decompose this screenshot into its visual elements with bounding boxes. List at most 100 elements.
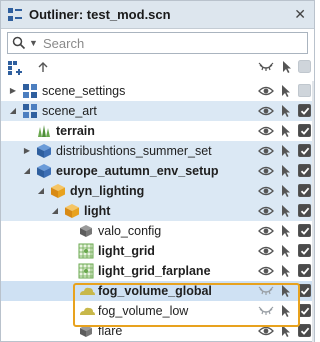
tree-row[interactable]: ◢ scene_art	[1, 101, 314, 121]
title-bar: Outliner: test_mod.scn ✕	[1, 1, 314, 29]
tree-row[interactable]: flare	[1, 321, 314, 341]
expand-arrow-icon[interactable]: ◢	[8, 105, 18, 117]
visibility-eye-icon[interactable]	[258, 264, 274, 278]
enabled-checkbox[interactable]	[298, 104, 311, 117]
cube-blue-icon	[36, 163, 52, 179]
selectable-cursor-icon[interactable]	[281, 284, 291, 298]
tree-item-label: dyn_lighting	[70, 184, 145, 198]
tree-row[interactable]: valo_config	[1, 221, 314, 241]
visibility-eye-icon[interactable]	[258, 84, 274, 98]
grid-icon	[78, 243, 94, 259]
tree-row[interactable]: ▶ distribushtions_summer_set	[1, 141, 314, 161]
select-header-icon[interactable]	[282, 60, 292, 77]
outliner-icon	[7, 7, 23, 23]
selectable-cursor-icon[interactable]	[281, 224, 291, 238]
visibility-eye-icon[interactable]	[258, 204, 274, 218]
close-icon[interactable]: ✕	[294, 6, 306, 23]
tree-item-label: light	[84, 204, 111, 218]
search-input[interactable]	[43, 34, 293, 52]
visibility-header-icon[interactable]	[258, 60, 274, 77]
selectable-cursor-icon[interactable]	[281, 184, 291, 198]
tree-item-label: europe_autumn_env_setup	[56, 164, 219, 178]
visibility-eye-icon[interactable]	[258, 184, 274, 198]
terrain-icon	[36, 123, 52, 139]
enabled-checkbox[interactable]	[298, 124, 311, 137]
enabled-checkbox[interactable]	[298, 284, 311, 297]
scrollbar[interactable]	[312, 81, 314, 342]
tree-item-label: fog_volume_low	[98, 304, 189, 318]
enabled-checkbox[interactable]	[298, 224, 311, 237]
scene-blocks-icon	[22, 83, 38, 99]
selectable-cursor-icon[interactable]	[281, 144, 291, 158]
enabled-checkbox[interactable]	[298, 164, 311, 177]
enabled-checkbox[interactable]	[298, 244, 311, 257]
selectable-cursor-icon[interactable]	[281, 124, 291, 138]
visibility-eye-icon[interactable]	[258, 104, 274, 118]
visibility-eye-icon[interactable]	[258, 244, 274, 258]
visibility-hidden-icon[interactable]	[258, 284, 274, 298]
selectable-cursor-icon[interactable]	[281, 104, 291, 118]
selectable-cursor-icon[interactable]	[281, 324, 291, 338]
selectable-cursor-icon[interactable]	[281, 244, 291, 258]
outliner-tree: ▶ scene_settings ◢ scene_artterrain ▶ distrib…	[1, 81, 314, 341]
expand-arrow-icon[interactable]: ◢	[50, 205, 60, 217]
sort-icon[interactable]	[37, 60, 49, 77]
expand-arrow-icon[interactable]: ◢	[36, 185, 46, 197]
expand-arrow-icon[interactable]: ◢	[22, 165, 32, 177]
tree-row[interactable]: light_grid_farplane	[1, 261, 314, 281]
enable-header-icon[interactable]	[298, 60, 311, 76]
selectable-cursor-icon[interactable]	[281, 264, 291, 278]
visibility-eye-icon[interactable]	[258, 124, 274, 138]
tree-item-label: scene_art	[42, 104, 97, 118]
selectable-cursor-icon[interactable]	[281, 204, 291, 218]
window-title: Outliner: test_mod.scn	[29, 7, 171, 22]
enabled-checkbox[interactable]	[298, 204, 311, 217]
collapse-arrow-icon[interactable]: ▶	[22, 145, 32, 157]
collapse-arrow-icon[interactable]: ▶	[8, 85, 18, 97]
tree-row[interactable]: ◢ europe_autumn_env_setup	[1, 161, 314, 181]
tree-row[interactable]: light_grid	[1, 241, 314, 261]
selectable-cursor-icon[interactable]	[281, 304, 291, 318]
enabled-checkbox[interactable]	[298, 184, 311, 197]
search-options-chevron-icon[interactable]: ▼	[29, 35, 38, 51]
tree-item-label: terrain	[56, 124, 95, 138]
fog-icon	[78, 303, 95, 319]
outliner-toolbar	[1, 58, 314, 78]
search-icon[interactable]	[12, 36, 26, 50]
tree-item-label: distribushtions_summer_set	[56, 144, 212, 158]
visibility-eye-icon[interactable]	[258, 144, 274, 158]
tree-item-label: flare	[98, 324, 123, 338]
add-hierarchy-icon[interactable]	[7, 60, 23, 79]
enabled-checkbox[interactable]	[298, 84, 311, 97]
tree-row[interactable]: ▶ scene_settings	[1, 81, 314, 101]
tree-row[interactable]: ◢ light	[1, 201, 314, 221]
tree-item-label: fog_volume_global	[98, 284, 212, 298]
cube-orange-icon	[64, 203, 80, 219]
visibility-eye-icon[interactable]	[258, 164, 274, 178]
visibility-eye-icon[interactable]	[258, 224, 274, 238]
cube-orange-icon	[50, 183, 66, 199]
enabled-checkbox[interactable]	[298, 304, 311, 317]
cube-gray-icon	[78, 323, 94, 339]
search-bar: ▼	[7, 32, 308, 54]
grid-icon	[78, 263, 94, 279]
tree-row[interactable]: fog_volume_global	[1, 281, 314, 301]
tree-item-label: valo_config	[98, 224, 162, 238]
enabled-checkbox[interactable]	[298, 264, 311, 277]
selectable-cursor-icon[interactable]	[281, 84, 291, 98]
visibility-hidden-icon[interactable]	[258, 304, 274, 318]
scene-blocks-icon	[22, 103, 38, 119]
tree-row[interactable]: fog_volume_low	[1, 301, 314, 321]
visibility-eye-icon[interactable]	[258, 324, 274, 338]
enabled-checkbox[interactable]	[298, 144, 311, 157]
tree-item-label: scene_settings	[42, 84, 126, 98]
tree-item-label: light_grid_farplane	[98, 264, 211, 278]
tree-row[interactable]: terrain	[1, 121, 314, 141]
selectable-cursor-icon[interactable]	[281, 164, 291, 178]
outliner-window: Outliner: test_mod.scn ✕ ▼ Search ▶ scen…	[0, 0, 315, 342]
fog-icon	[78, 283, 95, 299]
tree-item-label: light_grid	[98, 244, 155, 258]
enabled-checkbox[interactable]	[298, 324, 311, 337]
tree-row[interactable]: ◢ dyn_lighting	[1, 181, 314, 201]
cube-gray-icon	[78, 223, 94, 239]
